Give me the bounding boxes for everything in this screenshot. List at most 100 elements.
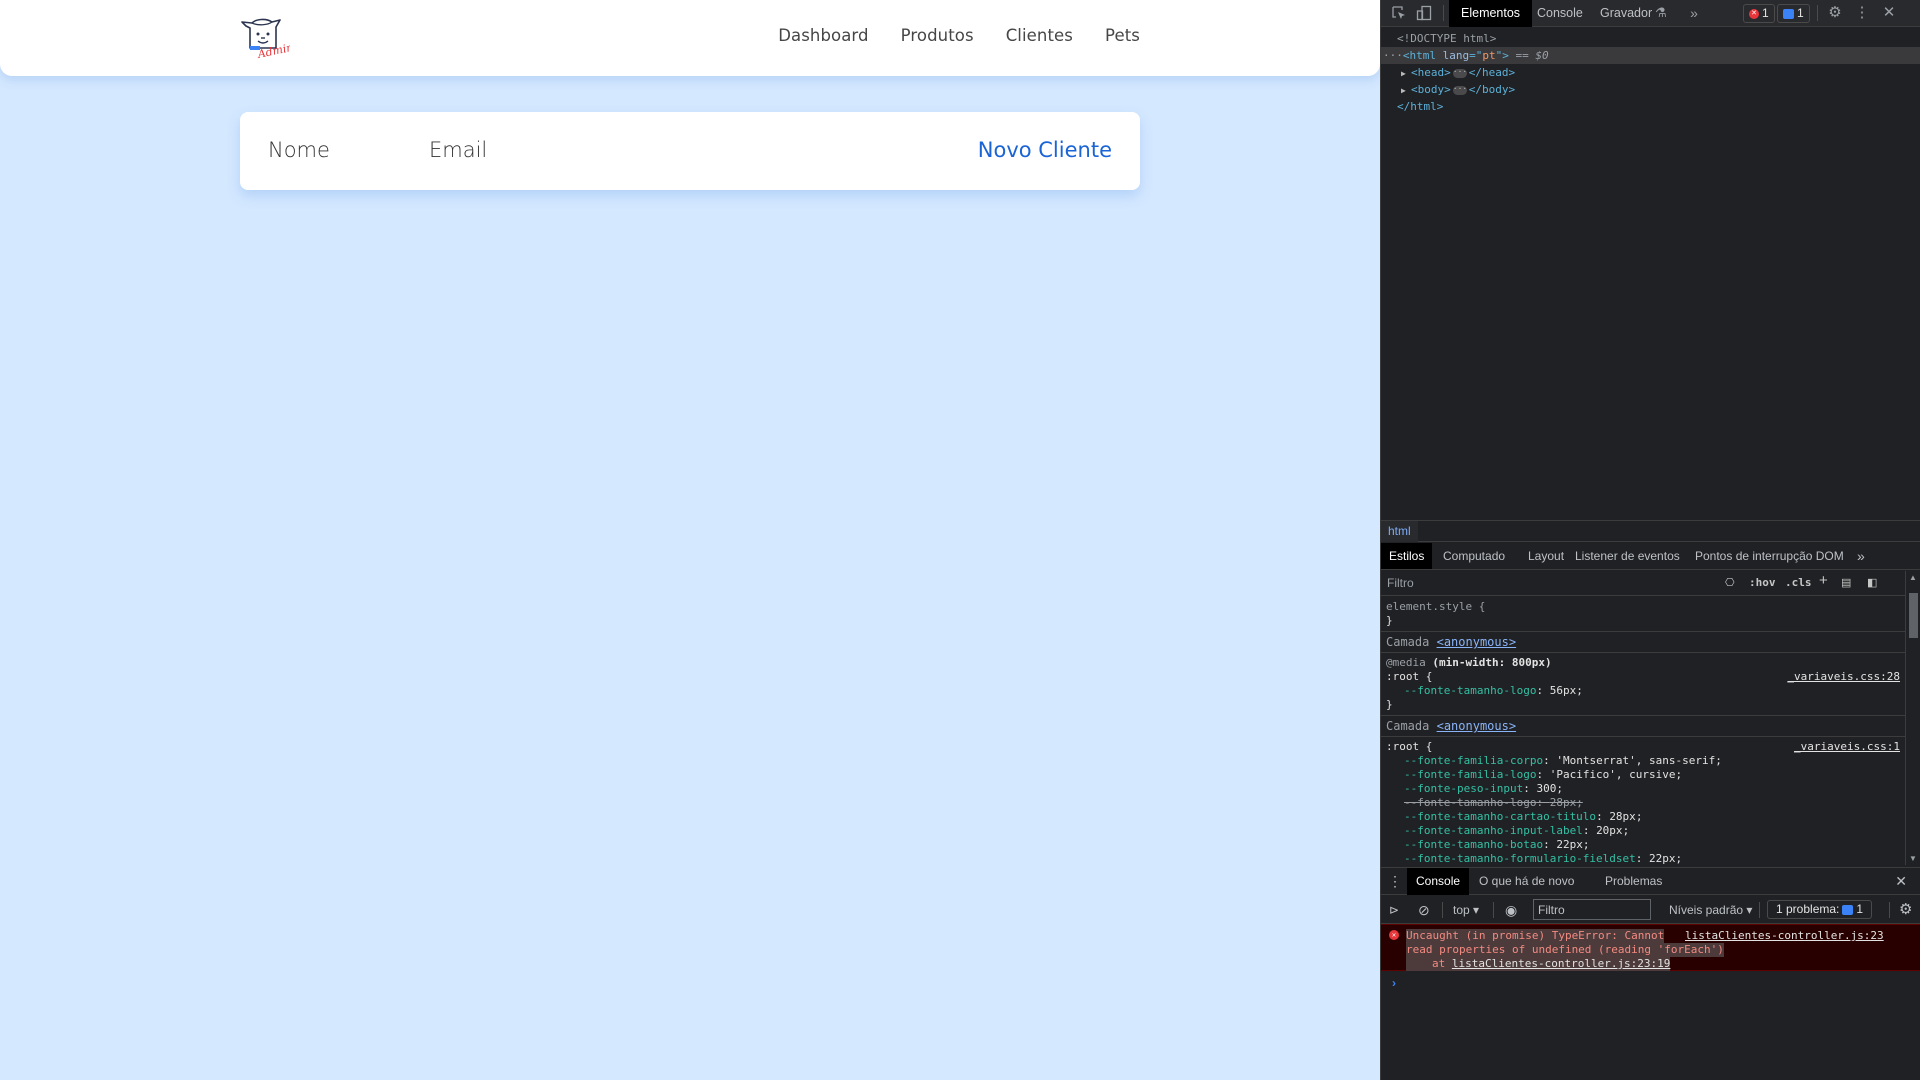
collapsed-ellipsis-icon[interactable]: ···	[1452, 67, 1467, 78]
dog-mascot-logo-icon: Admin	[241, 18, 295, 61]
tab-layout[interactable]: Layout	[1520, 543, 1572, 569]
tab-console[interactable]: Console	[1525, 0, 1595, 27]
web-page-viewport: Admin Dashboard Produtos Clientes Pets N…	[0, 0, 1380, 1080]
tab-estilos[interactable]: Estilos	[1381, 543, 1433, 569]
console-filter-input[interactable]	[1533, 899, 1651, 920]
css-property[interactable]: --fonte-peso-input: 300;	[1386, 782, 1900, 796]
toolbar-divider	[1493, 902, 1494, 918]
toggle-sidebar-icon[interactable]: ◧	[1867, 575, 1877, 591]
main-nav: Dashboard Produtos Clientes Pets	[778, 26, 1140, 45]
error-count-badge[interactable]: ✕ 1	[1743, 4, 1775, 23]
dom-node-head[interactable]: ▶ <head> ··· </head>	[1381, 64, 1920, 81]
breadcrumb-html[interactable]: html	[1381, 521, 1418, 542]
css-property[interactable]: --fonte-tamanho-formulario-fieldset: 22p…	[1386, 852, 1900, 865]
console-sidebar-icon[interactable]: ⊳	[1389, 901, 1399, 919]
column-header-email: Email	[429, 138, 488, 162]
flask-icon: ⚗	[1655, 5, 1667, 20]
devtools-toolbar: Elementos Console Gravador ⚗ » ✕ 1 1 ⚙ ⋮…	[1381, 0, 1920, 27]
nav-link-clientes[interactable]: Clientes	[1006, 26, 1073, 45]
drawer-tab-novidades[interactable]: O que há de novo	[1470, 868, 1583, 895]
context-selector[interactable]: top ▾	[1453, 901, 1479, 919]
paint-brush-icon[interactable]: ▤	[1841, 575, 1851, 591]
new-client-button[interactable]: Novo Cliente	[978, 138, 1112, 162]
layer-header: Camada <anonymous>	[1381, 716, 1905, 737]
nav-link-produtos[interactable]: Produtos	[901, 26, 974, 45]
column-header-nome: Nome	[268, 138, 330, 162]
more-tabs-chevron-icon[interactable]: »	[1849, 543, 1873, 569]
drawer-tab-problemas[interactable]: Problemas	[1596, 868, 1671, 895]
issues-badge[interactable]: 1 problema: 1	[1767, 900, 1873, 919]
styles-filter-input[interactable]	[1384, 573, 1700, 593]
message-icon	[1842, 904, 1854, 915]
dom-node-html[interactable]: ···<html lang="pt"> == $0	[1381, 47, 1920, 64]
more-options-kebab-icon[interactable]: ⋮	[1854, 5, 1870, 21]
hov-button[interactable]: :hov	[1749, 575, 1776, 591]
expand-triangle-icon[interactable]: ▶	[1401, 82, 1411, 99]
layer-anonymous-link[interactable]: <anonymous>	[1437, 719, 1516, 733]
expand-triangle-icon[interactable]: ▶	[1401, 65, 1411, 82]
toggle-states-icon[interactable]: ⎔	[1725, 575, 1735, 591]
clear-console-icon[interactable]: ⊘	[1418, 901, 1430, 919]
styles-scrollbar[interactable]: ▲ ▼	[1905, 571, 1920, 865]
tab-computado[interactable]: Computado	[1435, 543, 1513, 569]
close-drawer-icon[interactable]: ✕	[1886, 868, 1916, 895]
drawer-tabs: ⋮ Console O que há de novo Problemas ✕	[1381, 867, 1920, 895]
dom-node-body[interactable]: ▶ <body> ··· </body>	[1381, 81, 1920, 98]
close-devtools-icon[interactable]: ✕	[1881, 5, 1897, 21]
scroll-up-arrow-icon[interactable]: ▲	[1909, 573, 1917, 582]
css-property[interactable]: --fonte-tamanho-botao: 22px;	[1386, 838, 1900, 852]
css-property[interactable]: --fonte-tamanho-logo: 28px;	[1386, 796, 1900, 810]
drawer-menu-kebab-icon[interactable]: ⋮	[1383, 868, 1407, 895]
toolbar-divider	[1817, 5, 1818, 21]
layer-anonymous-link[interactable]: <anonymous>	[1437, 635, 1516, 649]
cls-button[interactable]: .cls	[1785, 575, 1812, 591]
console-toolbar: ⊳ ⊘ top ▾ ◉ Níveis padrão ▾ 1 problema: …	[1381, 896, 1920, 924]
element-style-rule: element.style { }	[1381, 597, 1905, 632]
toolbar-divider	[1889, 902, 1890, 918]
drawer-tab-console[interactable]: Console	[1407, 868, 1470, 895]
error-source-link[interactable]: listaClientes-controller.js:23	[1685, 929, 1884, 942]
tab-listener-eventos[interactable]: Listener de eventos	[1567, 543, 1688, 569]
css-property[interactable]: --fonte-familia-corpo: 'Montserrat', san…	[1386, 754, 1900, 768]
message-icon	[1783, 8, 1794, 19]
live-expression-eye-icon[interactable]: ◉	[1505, 901, 1517, 919]
styles-pane: element.style { } Camada <anonymous> @me…	[1381, 597, 1905, 865]
stack-trace-link[interactable]: listaClientes-controller.js:23:19	[1452, 957, 1671, 970]
tab-gravador[interactable]: Gravador	[1588, 0, 1656, 27]
css-property[interactable]: --fonte-tamanho-logo: 56px;	[1386, 684, 1900, 698]
console-settings-gear-icon[interactable]: ⚙	[1899, 901, 1912, 919]
css-property[interactable]: --fonte-familia-logo: 'Pacifico', cursiv…	[1386, 768, 1900, 782]
scroll-down-arrow-icon[interactable]: ▼	[1909, 854, 1917, 863]
error-icon: ✕	[1389, 930, 1399, 940]
device-toolbar-icon[interactable]	[1416, 5, 1432, 21]
dom-html-close[interactable]: </html>	[1381, 98, 1920, 115]
tab-pontos-interrupcao-dom[interactable]: Pontos de interrupção DOM	[1687, 543, 1852, 569]
logo[interactable]: Admin	[238, 14, 295, 61]
toolbar-divider	[1442, 902, 1443, 918]
log-levels-dropdown[interactable]: Níveis padrão ▾	[1669, 901, 1752, 919]
settings-gear-icon[interactable]: ⚙	[1827, 5, 1843, 21]
inspect-element-icon[interactable]	[1391, 5, 1407, 21]
tab-elementos[interactable]: Elementos	[1449, 0, 1533, 27]
nav-link-pets[interactable]: Pets	[1105, 26, 1140, 45]
styles-filter-bar: ⎔ :hov .cls + ▤ ◧	[1381, 571, 1920, 596]
media-root-rule: @media (min-width: 800px) :root {_variav…	[1381, 653, 1905, 716]
toolbar-divider	[1759, 902, 1760, 918]
nav-link-dashboard[interactable]: Dashboard	[778, 26, 868, 45]
console-prompt-chevron-icon[interactable]: ›	[1392, 976, 1396, 990]
toolbar-divider	[1443, 5, 1444, 21]
source-link-variaveis-28[interactable]: _variaveis.css:28	[1787, 670, 1900, 684]
dom-doctype[interactable]: <!DOCTYPE html>	[1381, 30, 1920, 47]
css-property[interactable]: --fonte-tamanho-cartao-titulo: 28px;	[1386, 810, 1900, 824]
styles-tabs: Estilos Computado Layout Listener de eve…	[1381, 543, 1920, 570]
css-property[interactable]: --fonte-tamanho-input-label: 20px;	[1386, 824, 1900, 838]
message-count-badge[interactable]: 1	[1777, 4, 1810, 23]
new-style-rule-icon[interactable]: +	[1819, 573, 1828, 589]
source-link-variaveis-1[interactable]: _variaveis.css:1	[1794, 740, 1900, 754]
collapsed-ellipsis-icon[interactable]: ···	[1452, 84, 1467, 95]
client-list-table: Nome Email Novo Cliente	[240, 112, 1140, 190]
console-error-message: ✕ Uncaught (in promise) TypeError: Canno…	[1381, 924, 1920, 971]
devtools-panel: Elementos Console Gravador ⚗ » ✕ 1 1 ⚙ ⋮…	[1380, 0, 1920, 1080]
more-tabs-chevron-icon[interactable]: »	[1686, 5, 1702, 21]
scrollbar-thumb[interactable]	[1909, 593, 1918, 638]
